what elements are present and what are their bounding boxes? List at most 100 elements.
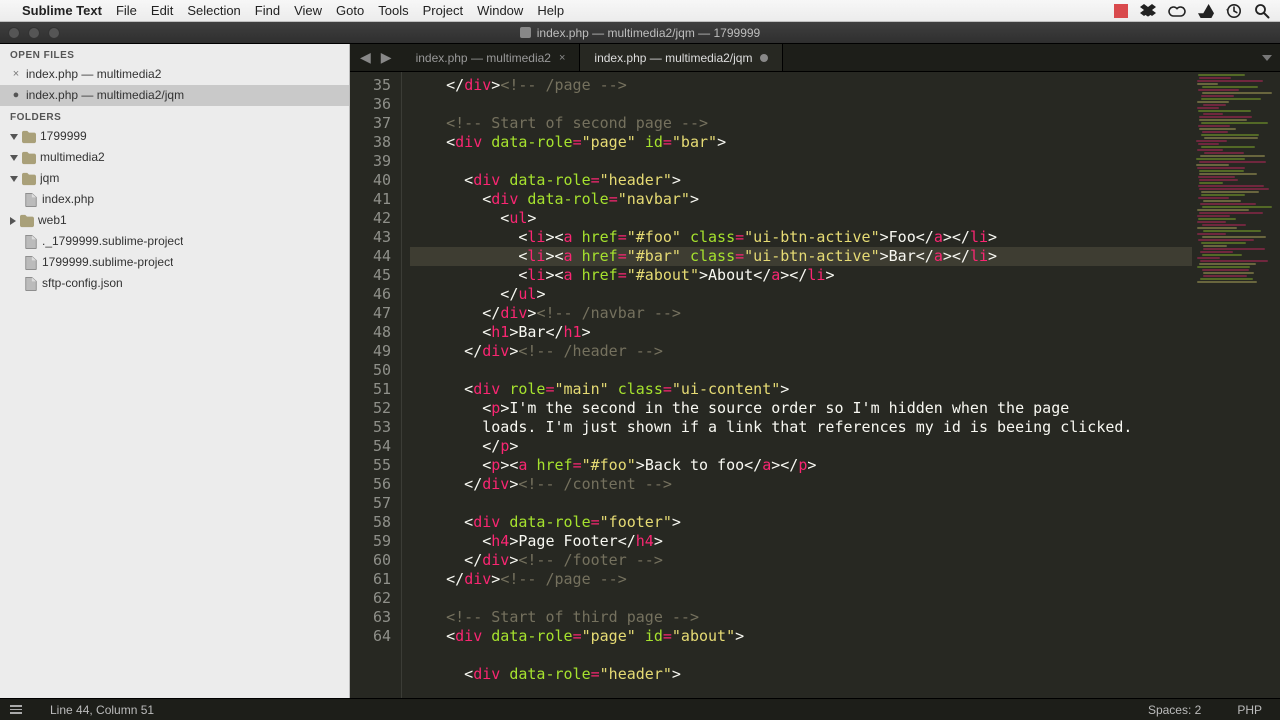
code-line[interactable] [410, 95, 1192, 114]
code-line[interactable]: <li><a href="#bar" class="ui-btn-active"… [410, 247, 1192, 266]
open-file-label: index.php — multimedia2 [26, 66, 161, 83]
code-line[interactable]: <div data-role="page" id="about"> [410, 627, 1192, 646]
sidebar: OPEN FILES ×index.php — multimedia2●inde… [0, 44, 350, 698]
menu-goto[interactable]: Goto [336, 3, 364, 18]
code-line[interactable]: <div role="main" class="ui-content"> [410, 380, 1192, 399]
tree-item-label: index.php [42, 191, 94, 208]
macos-menubar: Sublime Text File Edit Selection Find Vi… [0, 0, 1280, 22]
code-line[interactable]: </ul> [410, 285, 1192, 304]
open-file-label: index.php — multimedia2/jqm [26, 87, 184, 104]
app-name[interactable]: Sublime Text [22, 3, 102, 18]
status-cursor-position[interactable]: Line 44, Column 51 [42, 703, 162, 717]
window-minimize-button[interactable] [28, 27, 40, 39]
code-line[interactable]: </div><!-- /footer --> [410, 551, 1192, 570]
tab-bar: ◀ ▶ index.php — multimedia2×index.php — … [350, 44, 1280, 72]
code-line[interactable]: <div data-role="page" id="bar"> [410, 133, 1192, 152]
folder-tree-folder[interactable]: multimedia2 [0, 147, 349, 168]
menubar-tray [1114, 3, 1270, 19]
folder-tree-file[interactable]: index.php [0, 189, 349, 210]
console-toggle-icon[interactable] [10, 705, 22, 714]
status-indentation[interactable]: Spaces: 2 [1140, 703, 1209, 717]
line-number-gutter[interactable]: 3536373839404142434445464748495051525354… [350, 72, 402, 698]
dirty-indicator-icon: ● [10, 87, 22, 104]
file-icon [24, 193, 38, 207]
code-line[interactable]: loads. I'm just shown if a link that ref… [410, 418, 1192, 437]
code-editor[interactable]: </div><!-- /page --> <!-- Start of secon… [402, 72, 1192, 698]
editor-tab[interactable]: index.php — multimedia2/jqm [580, 44, 783, 71]
folder-tree-folder[interactable]: 1799999 [0, 126, 349, 147]
editor-tab[interactable]: index.php — multimedia2× [402, 44, 581, 71]
disclosure-triangle-icon[interactable] [10, 134, 18, 140]
code-line[interactable]: <p>I'm the second in the source order so… [410, 399, 1192, 418]
open-file-item[interactable]: ●index.php — multimedia2/jqm [0, 85, 349, 106]
window-title: index.php — multimedia2/jqm — 1799999 [0, 26, 1280, 40]
window-close-button[interactable] [8, 27, 20, 39]
open-file-item[interactable]: ×index.php — multimedia2 [0, 64, 349, 85]
menu-edit[interactable]: Edit [151, 3, 173, 18]
folder-tree-file[interactable]: ._1799999.sublime-project [0, 231, 349, 252]
code-line[interactable]: </div><!-- /page --> [410, 570, 1192, 589]
close-icon[interactable]: × [559, 52, 565, 64]
code-line[interactable]: <!-- Start of third page --> [410, 608, 1192, 627]
code-line[interactable] [410, 361, 1192, 380]
window-zoom-button[interactable] [48, 27, 60, 39]
code-line[interactable] [410, 494, 1192, 513]
google-drive-icon[interactable] [1198, 4, 1214, 18]
code-line[interactable]: <p><a href="#foo">Back to foo</a></p> [410, 456, 1192, 475]
menu-file[interactable]: File [116, 3, 137, 18]
code-line[interactable]: <h1>Bar</h1> [410, 323, 1192, 342]
code-line[interactable] [410, 152, 1192, 171]
close-icon[interactable]: × [10, 66, 22, 83]
tab-history-forward-icon[interactable]: ▶ [377, 49, 396, 66]
menu-selection[interactable]: Selection [187, 3, 240, 18]
status-syntax[interactable]: PHP [1229, 703, 1270, 717]
code-line[interactable]: <div data-role="header"> [410, 665, 1192, 684]
code-line[interactable] [410, 589, 1192, 608]
creative-cloud-icon[interactable] [1168, 4, 1186, 18]
folder-tree-folder[interactable]: web1 [0, 210, 349, 231]
code-line[interactable]: </p> [410, 437, 1192, 456]
tree-item-label: ._1799999.sublime-project [42, 233, 183, 250]
code-line[interactable]: <div data-role="header"> [410, 171, 1192, 190]
code-line[interactable]: </div><!-- /content --> [410, 475, 1192, 494]
code-line[interactable] [410, 646, 1192, 665]
tab-history-back-icon[interactable]: ◀ [356, 49, 375, 66]
window-titlebar: index.php — multimedia2/jqm — 1799999 [0, 22, 1280, 44]
dirty-indicator-icon [760, 54, 768, 62]
time-machine-icon[interactable] [1226, 3, 1242, 19]
file-icon [24, 256, 38, 270]
disclosure-triangle-icon[interactable] [10, 217, 16, 225]
code-line[interactable]: <li><a href="#foo" class="ui-btn-active"… [410, 228, 1192, 247]
code-line[interactable]: <div data-role="navbar"> [410, 190, 1192, 209]
folder-tree-folder[interactable]: jqm [0, 168, 349, 189]
tab-overflow-button[interactable] [1254, 44, 1280, 71]
folder-tree-file[interactable]: sftp-config.json [0, 273, 349, 294]
code-line[interactable]: </div><!-- /header --> [410, 342, 1192, 361]
menu-window[interactable]: Window [477, 3, 523, 18]
menu-help[interactable]: Help [537, 3, 564, 18]
code-line[interactable]: <li><a href="#about">About</a></li> [410, 266, 1192, 285]
chevron-down-icon [1262, 55, 1272, 61]
file-icon [24, 235, 38, 249]
recording-indicator-icon[interactable] [1114, 4, 1128, 18]
disclosure-triangle-icon[interactable] [10, 155, 18, 161]
minimap[interactable] [1192, 72, 1280, 698]
code-line[interactable]: <ul> [410, 209, 1192, 228]
menu-project[interactable]: Project [423, 3, 463, 18]
code-line[interactable]: </div><!-- /navbar --> [410, 304, 1192, 323]
menu-find[interactable]: Find [255, 3, 280, 18]
code-line[interactable]: <div data-role="footer"> [410, 513, 1192, 532]
folders-header: FOLDERS [0, 106, 349, 126]
open-files-header: OPEN FILES [0, 44, 349, 64]
spotlight-icon[interactable] [1254, 3, 1270, 19]
file-icon [520, 27, 531, 38]
menu-view[interactable]: View [294, 3, 322, 18]
folder-tree-file[interactable]: 1799999.sublime-project [0, 252, 349, 273]
menu-tools[interactable]: Tools [378, 3, 408, 18]
code-line[interactable]: </div><!-- /page --> [410, 76, 1192, 95]
disclosure-triangle-icon[interactable] [10, 176, 18, 182]
dropbox-icon[interactable] [1140, 4, 1156, 18]
code-line[interactable]: <!-- Start of second page --> [410, 114, 1192, 133]
folder-icon [22, 130, 36, 144]
code-line[interactable]: <h4>Page Footer</h4> [410, 532, 1192, 551]
